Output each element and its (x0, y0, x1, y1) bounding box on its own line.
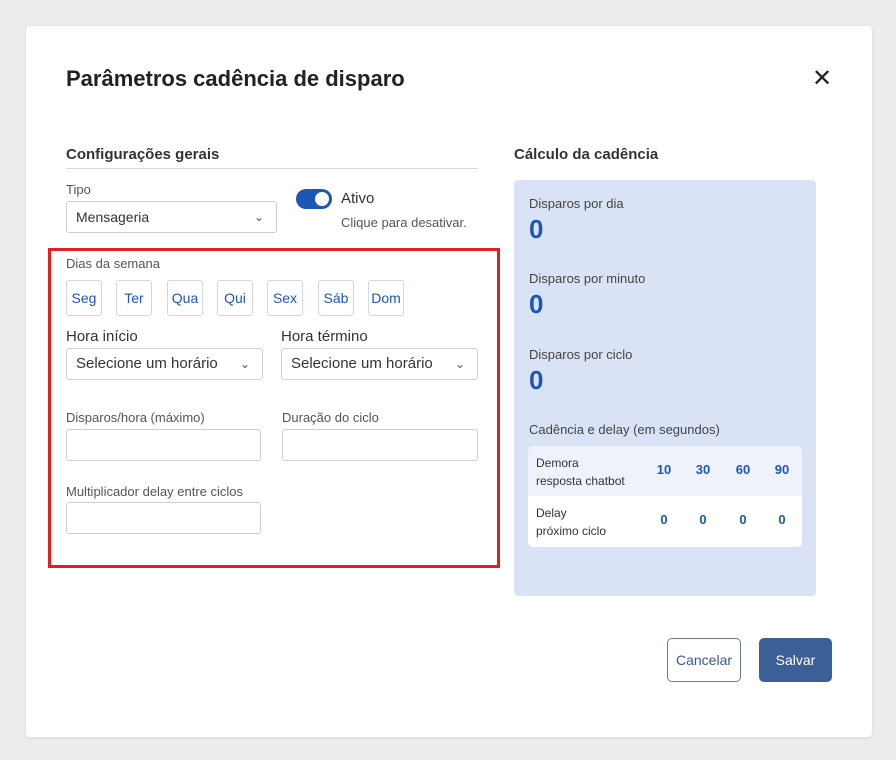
row-label: Delay próximo ciclo (536, 504, 606, 540)
hora-termino-select[interactable]: Selecione um horário ⌄ (281, 348, 478, 380)
calc-section-title: Cálculo da cadência (514, 146, 659, 163)
toggle-knob (315, 192, 329, 206)
day-button-sex[interactable]: Sex (267, 280, 303, 316)
cancel-button[interactable]: Cancelar (667, 638, 741, 682)
hora-termino-label: Hora término (281, 328, 368, 345)
cadence-table-title: Cadência e delay (em segundos) (529, 422, 720, 437)
disparos-minuto-value: 0 (529, 289, 544, 319)
calc-panel: Disparos por dia 0 Disparos por minuto 0… (514, 180, 816, 596)
modal-title: Parâmetros cadência de disparo (66, 66, 405, 91)
table-row: Demora resposta chatbot 10 30 60 90 (528, 446, 802, 496)
table-cell: 0 (739, 512, 747, 527)
toggle-hint: Clique para desativar. (341, 215, 467, 230)
multiplicador-input[interactable] (66, 502, 261, 534)
day-button-sab[interactable]: Sáb (318, 280, 354, 316)
row-label: Demora resposta chatbot (536, 454, 625, 490)
chevron-down-icon: ⌄ (239, 357, 250, 371)
chevron-down-icon: ⌄ (253, 210, 264, 224)
duracao-ciclo-input[interactable] (282, 429, 478, 461)
toggle-label: Ativo (341, 190, 375, 207)
table-cell: 10 (656, 462, 672, 477)
row-label-line1: Delay (536, 506, 567, 520)
day-button-ter[interactable]: Ter (116, 280, 152, 316)
close-icon[interactable]: ✕ (810, 66, 834, 92)
table-cell: 0 (778, 512, 786, 527)
tipo-select-value: Mensageria (76, 209, 150, 225)
table-row: Delay próximo ciclo 0 0 0 0 (528, 496, 802, 546)
disparos-ciclo-value: 0 (529, 365, 544, 395)
disparos-hora-label: Disparos/hora (máximo) (66, 410, 205, 425)
multiplicador-label: Multiplicador delay entre ciclos (66, 484, 244, 499)
disparos-ciclo-label: Disparos por ciclo (529, 347, 633, 362)
cadence-params-modal: Parâmetros cadência de disparo ✕ Configu… (26, 26, 872, 737)
cadence-table: Demora resposta chatbot 10 30 60 90 Dela… (528, 446, 802, 547)
table-cell: 60 (735, 462, 751, 477)
disparos-dia-label: Disparos por dia (529, 196, 624, 211)
table-cell: 0 (660, 512, 668, 527)
tipo-label: Tipo (66, 182, 91, 197)
days-label: Dias da semana (66, 256, 160, 271)
table-cell: 90 (774, 462, 790, 477)
save-button[interactable]: Salvar (759, 638, 832, 682)
row-label-line2: próximo ciclo (536, 524, 607, 538)
table-cell: 0 (699, 512, 707, 527)
hora-inicio-label: Hora início (66, 328, 138, 345)
disparos-minuto-label: Disparos por minuto (529, 271, 646, 286)
row-label-line2: resposta chatbot (536, 474, 625, 488)
section-divider (66, 168, 478, 169)
duracao-ciclo-label: Duração do ciclo (282, 410, 379, 425)
disparos-hora-input[interactable] (66, 429, 261, 461)
general-section-title: Configurações gerais (66, 146, 220, 163)
hora-termino-placeholder: Selecione um horário (291, 355, 433, 372)
day-button-seg[interactable]: Seg (66, 280, 102, 316)
hora-inicio-placeholder: Selecione um horário (76, 355, 218, 372)
day-button-qua[interactable]: Qua (167, 280, 203, 316)
chevron-down-icon: ⌄ (454, 357, 465, 371)
disparos-dia-value: 0 (529, 214, 544, 244)
active-toggle[interactable] (296, 189, 332, 209)
day-button-dom[interactable]: Dom (368, 280, 404, 316)
hora-inicio-select[interactable]: Selecione um horário ⌄ (66, 348, 263, 380)
day-button-qui[interactable]: Qui (217, 280, 253, 316)
tipo-select[interactable]: Mensageria ⌄ (66, 201, 277, 233)
table-cell: 30 (695, 462, 711, 477)
row-label-line1: Demora (536, 456, 579, 470)
